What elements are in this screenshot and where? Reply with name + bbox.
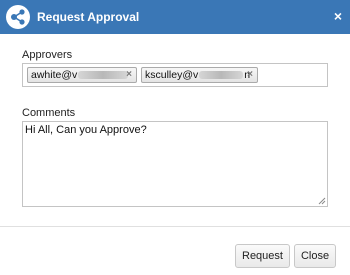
approver-chip[interactable]: awhite@v × [27, 67, 137, 83]
close-button[interactable]: Close [294, 244, 336, 268]
footer-divider [0, 226, 350, 227]
resize-grip-icon[interactable] [318, 197, 326, 205]
approver-chip-text: ksculley@v [145, 69, 199, 81]
request-button[interactable]: Request [235, 244, 290, 268]
redacted-text [78, 71, 129, 80]
approver-chip-text: awhite@v [31, 69, 78, 81]
close-icon[interactable]: × [334, 8, 342, 24]
dialog-titlebar: Request Approval × [0, 0, 350, 34]
remove-chip-icon[interactable]: × [247, 68, 253, 82]
approvers-input[interactable]: awhite@v × ksculley@v n × [22, 63, 328, 87]
approvers-label: Approvers [22, 49, 73, 61]
dialog-title: Request Approval [37, 10, 140, 24]
comments-label: Comments [22, 107, 76, 119]
redacted-text [199, 71, 244, 80]
approver-chip[interactable]: ksculley@v n × [141, 67, 258, 83]
comments-textarea[interactable]: Hi All, Can you Approve? [22, 121, 328, 207]
share-nodes-icon [6, 5, 30, 29]
remove-chip-icon[interactable]: × [126, 68, 132, 82]
request-approval-dialog: Request Approval × Approvers awhite@v × … [0, 0, 350, 275]
